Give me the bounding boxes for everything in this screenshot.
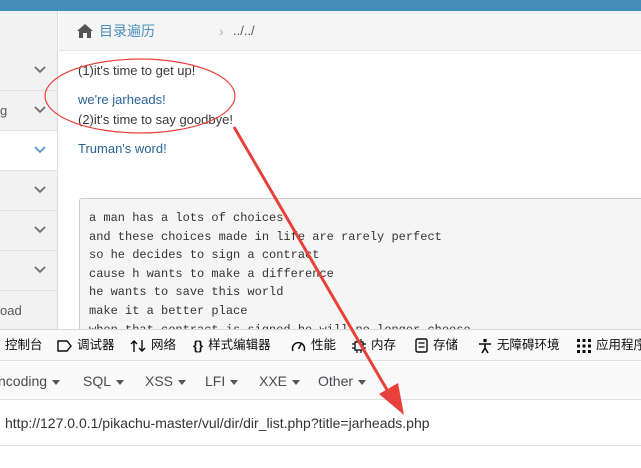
performance-icon (291, 339, 306, 353)
chevron-down-icon (33, 105, 47, 115)
caret-down-icon (358, 379, 367, 385)
menu-label: XXE (259, 373, 288, 389)
tab-label: 性能 (311, 338, 337, 352)
chevron-down-icon (33, 65, 47, 75)
sidebar-item-2[interactable]: g (0, 91, 57, 131)
tab-memory[interactable]: 内存 (352, 330, 396, 361)
sidebar-item-6[interactable] (0, 251, 57, 291)
xxe-menu[interactable]: XXE (259, 362, 301, 400)
sidebar-item-label: g (0, 103, 8, 118)
tab-debugger[interactable]: 调试器 (56, 330, 115, 361)
caret-down-icon (178, 379, 187, 385)
sidebar-item-5[interactable] (0, 211, 57, 251)
main-content: (1)it's time to get up! we're jarheads! … (59, 52, 641, 329)
chevron-down-icon (33, 225, 47, 235)
application-icon (577, 338, 591, 353)
sidebar: g oad (0, 11, 58, 329)
accessibility-icon (478, 338, 492, 354)
caret-down-icon (230, 379, 239, 385)
sidebar-item-active[interactable] (0, 131, 57, 171)
breadcrumb: 目录遍历 › ../../ (59, 11, 641, 51)
sql-menu[interactable]: SQL (83, 362, 125, 400)
menu-label: ncoding (0, 373, 48, 389)
poem-line: he wants to save this world (89, 285, 284, 300)
poem-line: a man has a lots of choices (89, 211, 284, 225)
tab-label: 样式编辑器 (208, 338, 271, 352)
content-line-2: (2)it's time to say goodbye! (78, 112, 233, 127)
tab-label: 应用程序 (596, 338, 641, 352)
lfi-menu[interactable]: LFI (205, 362, 239, 400)
sidebar-item-4[interactable] (0, 171, 57, 211)
tab-label: 存储 (433, 338, 459, 352)
breadcrumb-separator: › (219, 23, 224, 39)
tab-storage[interactable]: 存储 (415, 330, 458, 361)
sidebar-item-7[interactable]: oad (0, 291, 57, 329)
debugger-icon (56, 340, 72, 352)
caret-down-icon (116, 379, 125, 385)
menu-label: SQL (83, 373, 112, 389)
breadcrumb-section-link[interactable]: 目录遍历 (99, 11, 155, 51)
tab-network[interactable]: 网络 (130, 330, 176, 361)
storage-icon (415, 338, 428, 353)
caret-down-icon (292, 379, 301, 385)
tab-label: 无障碍环境 (497, 338, 560, 352)
network-icon (130, 339, 146, 353)
sidebar-item-1[interactable] (0, 51, 57, 91)
jarheads-link[interactable]: we're jarheads! (78, 92, 166, 108)
tab-accessibility[interactable]: 无障碍环境 (478, 330, 560, 361)
tab-label: 调试器 (77, 338, 115, 352)
poem-line: so he decides to sign a contract (89, 248, 320, 263)
tab-console[interactable]: 控制台 (5, 330, 43, 361)
menu-label: LFI (205, 373, 226, 389)
url-text: http://127.0.0.1/pikachu-master/vul/dir/… (5, 415, 430, 431)
tab-label: 网络 (151, 338, 177, 352)
content-line-1: (1)it's time to get up! (78, 63, 196, 78)
tab-application[interactable]: 应用程序 (577, 330, 641, 361)
sidebar-item-label: oad (0, 303, 22, 318)
tab-label: 内存 (371, 338, 397, 352)
truman-link[interactable]: Truman's word! (78, 141, 167, 157)
breadcrumb-current: ../../ (233, 23, 255, 38)
encoding-menu[interactable]: ncoding (0, 362, 61, 400)
memory-icon (352, 338, 366, 353)
tab-performance[interactable]: 性能 (291, 330, 336, 361)
tab-style-editor[interactable]: {} 样式编辑器 (193, 330, 271, 361)
chevron-down-icon (33, 265, 47, 275)
url-field[interactable]: http://127.0.0.1/pikachu-master/vul/dir/… (0, 401, 641, 446)
devtools-toolbar: 控制台 调试器 网络 {} 样式编辑器 性能 内存 存储 无障碍环境 应用程序 (0, 329, 641, 361)
tab-label: 控制台 (5, 338, 43, 352)
xss-menu[interactable]: XSS (145, 362, 187, 400)
poem-line: cause h wants to make a difference (89, 266, 334, 281)
hackbar-toolbar: ncoding SQL XSS LFI XXE Other (0, 362, 641, 400)
poem-line: make it a better place (89, 303, 248, 318)
caret-down-icon (52, 379, 61, 385)
poem-line: and these choices made in life are rarel… (89, 229, 442, 244)
top-navbar (0, 0, 641, 11)
poem-line: when that contract is signed he will no … (89, 321, 641, 329)
other-menu[interactable]: Other (318, 362, 367, 400)
bottom-area (0, 446, 641, 468)
chevron-down-icon (33, 185, 47, 195)
home-icon[interactable] (76, 23, 94, 39)
menu-label: XSS (145, 373, 174, 389)
menu-label: Other (318, 373, 354, 389)
poem-block: a man has a lots of choices and these ch… (79, 198, 641, 329)
style-editor-icon: {} (193, 338, 204, 354)
chevron-down-icon (33, 145, 47, 155)
